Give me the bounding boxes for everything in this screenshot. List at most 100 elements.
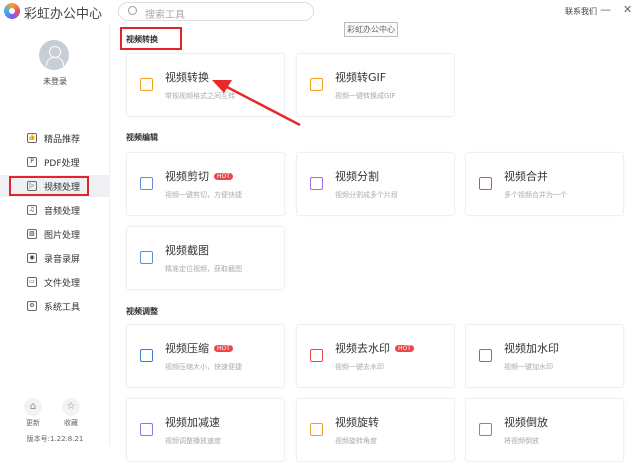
favorite-label: 收藏 [64,419,78,427]
tool-title-text: 视频倒放 [504,416,548,429]
section-title: 视频编辑 [126,133,158,142]
app-logo-icon [4,3,20,19]
tool-title-text: 视频分割 [335,170,379,183]
tool-icon [310,423,323,436]
tool-card[interactable]: 视频截图 精准定位视频，获取截图 [126,226,285,290]
sidebar-item-label: 视频处理 [44,183,81,193]
tool-title: 视频加减速 [165,414,220,430]
tool-title: 视频加水印 [504,340,559,356]
sidebar-item-label: 文件处理 [44,279,81,289]
title-bar: 彩虹办公中心 搜索工具 联系我们 — ✕ [0,0,640,24]
tool-card[interactable]: 视频压缩 HOT 视频压缩大小，快速便捷 [126,324,285,388]
tool-icon [140,251,153,264]
sidebar-item-1[interactable]: P PDF处理 [0,151,110,173]
video-icon: ▷ [27,181,37,191]
tool-card[interactable]: 视频加减速 视频调整播放速度 [126,398,285,462]
tool-title: 视频旋转 [335,414,379,430]
tool-title: 视频合并 [504,168,548,184]
tool-description: 视频一键加水印 [504,363,553,371]
tool-icon [310,78,323,91]
tool-card[interactable]: 视频转GIF 视频一键转换成GIF [296,53,455,117]
app-title: 彩虹办公中心 [24,7,103,22]
sidebar-item-4[interactable]: ▨ 图片处理 [0,223,110,245]
update-button[interactable]: ⌂ 更新 [24,398,42,428]
tool-card[interactable]: 视频去水印 HOT 视频一键去水印 [296,324,455,388]
tool-title: 视频截图 [165,242,209,258]
sidebar-item-0[interactable]: 👍 精品推荐 [0,127,110,149]
sidebar-item-5[interactable]: ◉ 录音录屏 [0,247,110,269]
sidebar-item-label: 系统工具 [44,303,81,313]
tool-icon [140,78,153,91]
version-label: 版本号:1.22.8.21 [26,435,84,443]
tool-card[interactable]: 视频转换 常规视频格式之间互转 [126,53,285,117]
tool-title-text: 视频去水印 [335,342,390,355]
tool-card[interactable]: 视频旋转 视频旋转角度 [296,398,455,462]
tool-title-text: 视频加减速 [165,416,220,429]
update-icon: ⌂ [24,398,42,416]
sidebar: 未登录 👍 精品推荐 P PDF处理 ▷ 视频处理 ♫ 音频处理 ▨ 图片处理 ◉ 录音录屏 ▭ 文件处理… [0,24,110,446]
tool-icon [310,177,323,190]
favorite-button[interactable]: ☆ 收藏 [62,398,80,428]
tool-description: 常规视频格式之间互转 [165,92,235,100]
sidebar-item-label: 图片处理 [44,231,81,241]
tool-title-text: 视频加水印 [504,342,559,355]
tool-title-text: 视频旋转 [335,416,379,429]
tool-description: 视频一键转换成GIF [335,92,396,100]
tool-description: 多个视频合并为一个 [504,191,567,199]
record-icon: ◉ [27,253,37,263]
tool-title: 视频剪切 HOT [165,168,233,184]
sidebar-item-label: 音频处理 [44,207,81,217]
tool-description: 精准定位视频，获取截图 [165,265,242,273]
tool-description: 视频一键剪切，方便快捷 [165,191,242,199]
tool-card[interactable]: 视频分割 视频分割成多个片段 [296,152,455,216]
update-label: 更新 [26,419,40,427]
tool-icon [140,177,153,190]
star-icon: ☆ [62,398,80,416]
tool-card[interactable]: 视频倒放 将视频倒放 [465,398,624,462]
avatar[interactable] [39,40,69,70]
tool-title: 视频倒放 [504,414,548,430]
hot-badge: HOT [395,345,414,352]
thumbs-up-icon: 👍 [27,133,37,143]
sidebar-item-2[interactable]: ▷ 视频处理 [0,175,110,197]
tool-title: 视频转GIF [335,69,386,85]
sidebar-item-label: PDF处理 [44,159,80,169]
tool-description: 视频一键去水印 [335,363,384,371]
search-input[interactable]: 搜索工具 [118,2,314,21]
sidebar-item-7[interactable]: ⚙ 系统工具 [0,295,110,317]
tool-card[interactable]: 视频加水印 视频一键加水印 [465,324,624,388]
system-icon: ⚙ [27,301,37,311]
tool-icon [140,423,153,436]
tool-title-text: 视频转换 [165,71,209,84]
tool-title-text: 视频截图 [165,244,209,257]
sidebar-item-3[interactable]: ♫ 音频处理 [0,199,110,221]
tool-card[interactable]: 视频剪切 HOT 视频一键剪切，方便快捷 [126,152,285,216]
folder-icon: ▭ [27,277,37,287]
tool-description: 将视频倒放 [504,437,539,445]
pdf-icon: P [27,157,37,167]
tool-title: 视频压缩 HOT [165,340,233,356]
tool-title-text: 视频转GIF [335,71,387,84]
tool-title: 视频转换 [165,69,209,85]
tool-title: 视频去水印 HOT [335,340,414,356]
tool-title-text: 视频合并 [504,170,548,183]
search-icon [128,6,137,15]
tool-icon [479,423,492,436]
section-title: 视频调整 [126,307,158,316]
tool-card[interactable]: 视频合并 多个视频合并为一个 [465,152,624,216]
tool-description: 视频旋转角度 [335,437,377,445]
highlight-box [120,27,182,50]
close-button[interactable]: ✕ [623,3,632,16]
sidebar-item-label: 录音录屏 [44,255,81,265]
hot-badge: HOT [214,345,233,352]
tool-icon [479,177,492,190]
sidebar-item-6[interactable]: ▭ 文件处理 [0,271,110,293]
search-placeholder: 搜索工具 [145,10,185,21]
tool-title-text: 视频压缩 [165,342,209,355]
login-status[interactable]: 未登录 [0,76,110,87]
tool-icon [310,349,323,362]
contact-us-link[interactable]: 联系我们 [565,6,597,17]
tool-title: 视频分割 [335,168,379,184]
tool-description: 视频压缩大小，快速便捷 [165,363,242,371]
minimize-button[interactable]: — [600,3,611,16]
